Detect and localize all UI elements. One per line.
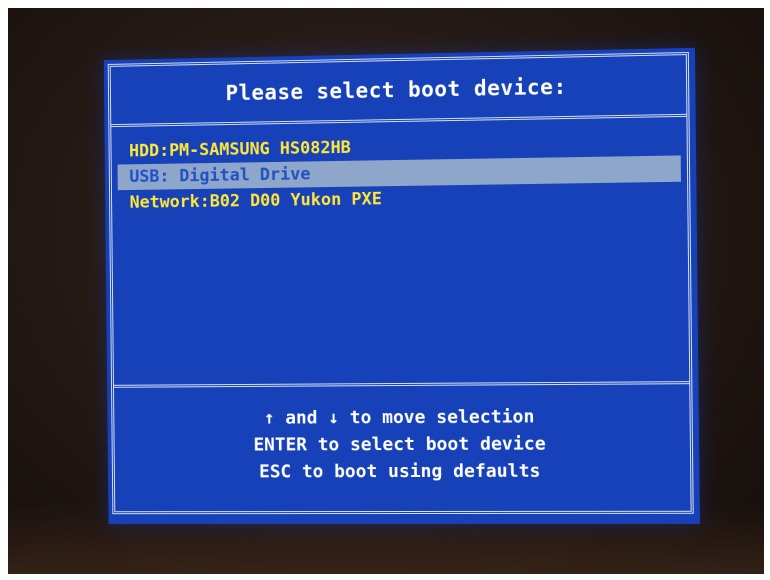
bios-boot-menu-screen: Please select boot device: HDD:PM-SAMSUN… xyxy=(103,47,700,525)
help-move-selection: ↑ and ↓ to move selection xyxy=(263,406,535,429)
monitor-photo: Please select boot device: HDD:PM-SAMSUN… xyxy=(8,8,764,574)
boot-menu-header: Please select boot device: xyxy=(110,55,687,128)
help-enter-select: ENTER to select boot device xyxy=(253,433,546,456)
boot-menu-title: Please select boot device: xyxy=(225,74,567,106)
boot-menu-frame: Please select boot device: HDD:PM-SAMSUN… xyxy=(107,52,694,515)
boot-device-list: HDD:PM-SAMSUNG HS082HB USB: Digital Driv… xyxy=(111,117,689,384)
help-panel: ↑ and ↓ to move selection ENTER to selec… xyxy=(113,381,691,512)
help-esc-defaults: ESC to boot using defaults xyxy=(258,460,541,483)
